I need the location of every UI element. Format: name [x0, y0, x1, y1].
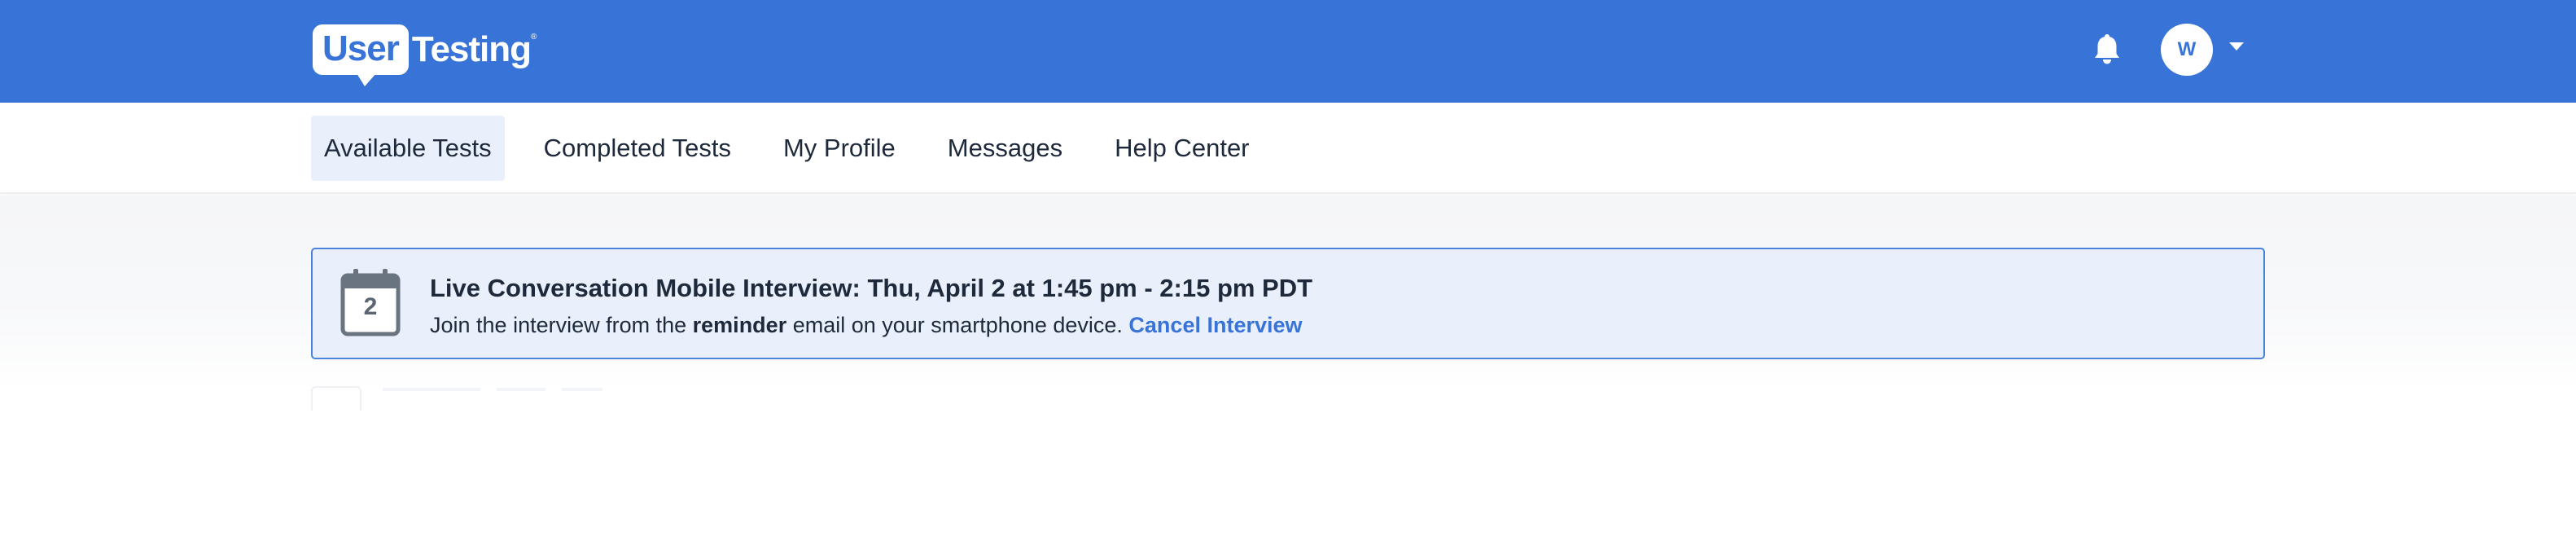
nav-tabs: Available Tests Completed Tests My Profi… [311, 116, 1289, 181]
tab-my-profile[interactable]: My Profile [770, 116, 909, 181]
faded-placeholder-line [383, 388, 480, 391]
interview-banner: 2 Live Conversation Mobile Interview: Th… [311, 248, 2265, 359]
top-header: User Testing ® W [0, 0, 2576, 103]
logo-trademark: ® [531, 33, 537, 42]
tab-help-center[interactable]: Help Center [1102, 116, 1262, 181]
usertesting-logo[interactable]: User Testing ® [313, 21, 537, 86]
user-avatar[interactable]: W [2161, 24, 2213, 76]
logo-testing-word: Testing [411, 29, 532, 69]
interview-title: Live Conversation Mobile Interview: Thu,… [430, 274, 1313, 302]
faded-placeholder-line [562, 388, 602, 391]
instructions-bold-reminder: reminder [692, 313, 787, 337]
cancel-interview-link[interactable]: Cancel Interview [1128, 313, 1302, 337]
chevron-down-icon[interactable] [2229, 42, 2244, 51]
calendar-day-number: 2 [363, 293, 378, 320]
tab-completed-tests[interactable]: Completed Tests [531, 116, 744, 181]
main-nav: Available Tests Completed Tests My Profi… [0, 103, 2576, 194]
faded-placeholder-line [497, 388, 545, 391]
interview-instructions: Join the interview from the reminder ema… [430, 313, 1303, 338]
logo-user-word: User [313, 24, 409, 86]
bell-icon[interactable] [2092, 33, 2122, 65]
tab-messages[interactable]: Messages [935, 116, 1076, 181]
tab-available-tests[interactable]: Available Tests [311, 116, 505, 181]
instructions-text-start: Join the interview from the [430, 313, 693, 337]
instructions-text-end: email on your smartphone device. [786, 313, 1129, 337]
faded-placeholder-card [311, 386, 361, 411]
